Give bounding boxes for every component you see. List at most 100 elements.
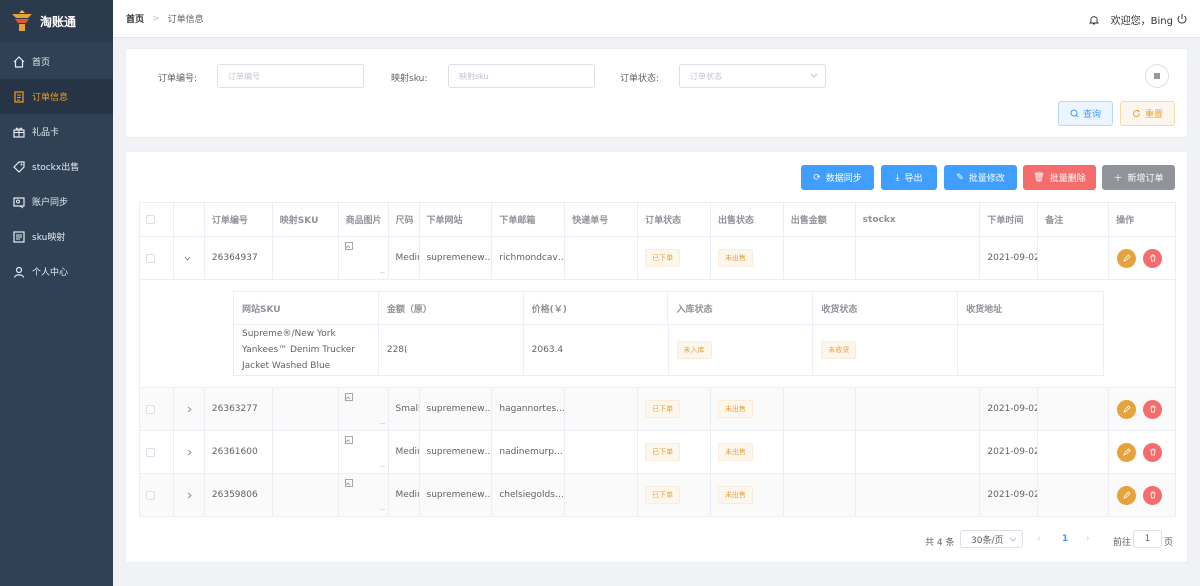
add-order-button[interactable]: ＋ 新增订单 [1102,165,1175,190]
image-ellipsis: .. [380,504,386,512]
refresh-icon [1132,109,1140,117]
order-no-input[interactable]: 订单编号 [217,64,364,88]
edit-icon: ✎ [956,172,964,183]
page-unit-label: 页 [1164,538,1174,548]
actions-cell [1109,474,1175,516]
select-all-checkbox[interactable] [146,215,155,224]
batch-edit-label: 批量修改 [968,174,1005,184]
image-cell: .. [339,431,389,473]
sale-status-cell: 未出售 [711,237,784,279]
detail-column-header: 收货状态 [813,292,959,324]
row-checkbox[interactable] [146,253,155,263]
goto-page-input[interactable]: 1 [1133,530,1162,548]
size-cell: Small [389,388,420,430]
table-row: 26364937 .. Medium supremenew… richmondc… [140,237,1175,280]
order-icon [14,90,24,103]
sale-status-tag: 未出售 [717,249,753,267]
row-checkbox[interactable] [146,404,155,414]
breadcrumb-home[interactable]: 首页 [126,12,144,25]
batch-delete-button[interactable]: 🗑 批量删除 [1023,165,1096,190]
sidebar-item-giftcard[interactable]: 礼品卡 [0,114,113,149]
image-icon [344,393,353,401]
row-checkbox[interactable] [146,490,155,500]
edit-button[interactable] [1117,442,1137,462]
search-panel: 订单编号: 订单编号 映射sku: 映射sku 订单状态: 订单状态 查询 重置 [125,48,1188,138]
chevron-down-icon[interactable] [184,255,191,262]
account-icon [13,196,25,208]
sync-label: 数据同步 [825,174,862,184]
expand-cell [174,237,205,279]
sale-status-cell: 未出售 [711,388,784,430]
edit-button[interactable] [1117,399,1137,419]
edit-icon [1122,448,1131,456]
detail-column-header: 价格(￥) [524,292,669,324]
chevron-down-icon [1009,537,1017,542]
sku-cell [273,388,339,430]
export-button[interactable]: ⤓ 导出 [881,165,937,190]
chevron-right-icon[interactable] [186,406,193,413]
sidebar-item-label: 个人中心 [32,268,69,278]
reset-button[interactable]: 重置 [1120,101,1175,126]
sidebar-item-profile[interactable]: 个人中心 [0,254,113,289]
order-status-cell: 已下单 [638,237,711,279]
next-page-button[interactable]: › [1086,534,1090,544]
delete-button[interactable] [1143,485,1163,505]
prev-page-button[interactable]: ‹ [1037,534,1041,544]
site-cell: supremenew… [420,237,493,279]
edit-button[interactable] [1117,248,1137,268]
sidebar-item-home[interactable]: 首页 [0,44,113,79]
delete-button[interactable] [1143,442,1163,462]
trash-icon: 🗑 [1033,172,1045,183]
stockx-cell [856,388,981,430]
sidebar-menu: 首页 订单信息 礼品卡 stockx出售 账户同步 sku映射 个人中心 [0,44,113,289]
tag-icon [13,160,25,173]
email-cell: richmondcav… [492,237,566,279]
bell-icon[interactable] [1088,14,1099,25]
sidebar-item-label: 礼品卡 [32,128,60,138]
tracking-cell [565,431,639,473]
delete-button[interactable] [1143,248,1163,268]
sku-input[interactable]: 映射sku [448,64,595,88]
tracking-cell [565,388,639,430]
row-select-cell [140,237,174,279]
logo: 淘账通 [0,0,113,42]
table-header: 订单编号 映射SKU 商品图片 尺码 下单网站 下单邮箱 快递单号 订单状态 出… [140,203,1175,237]
toggle-menu-button[interactable] [1145,64,1169,88]
sidebar-item-account-sync[interactable]: 账户同步 [0,184,113,219]
edit-icon [1122,491,1131,499]
row-checkbox[interactable] [146,447,155,457]
sidebar-item-stockx[interactable]: stockx出售 [0,149,113,184]
chevron-right-icon[interactable] [186,449,193,456]
query-button[interactable]: 查询 [1058,101,1113,126]
column-header: stockx [856,203,981,236]
batch-edit-button[interactable]: ✎ 批量修改 [944,165,1017,190]
expanded-detail: 网站SKU 金额（原） 价格(￥) 入库状态 收货状态 收货地址 Supreme… [140,280,1175,388]
detail-stock-status: 未入库 [669,325,814,375]
chevron-right-icon[interactable] [186,492,193,499]
sidebar-item-label: sku映射 [32,233,66,243]
edit-button[interactable] [1117,485,1137,505]
query-label: 查询 [1082,110,1101,120]
app-title: 淘账通 [40,14,77,29]
table-row: 26363277 .. Small supremenew… hagannorte… [140,388,1175,431]
sidebar-item-sku-mapping[interactable]: sku映射 [0,219,113,254]
sale-amount-cell [784,388,856,430]
delete-button[interactable] [1143,399,1163,419]
sidebar-item-orders[interactable]: 订单信息 [0,79,113,114]
image-cell: .. [339,388,389,430]
sidebar-item-label: 订单信息 [32,93,69,103]
order-no-cell: 26359806 [205,474,273,516]
page-size-select[interactable]: 30条/页 [960,530,1023,548]
actions-cell [1109,388,1175,430]
site-cell: supremenew… [420,474,493,516]
page-number[interactable]: 1 [1062,534,1068,544]
sync-button[interactable]: ⟳ 数据同步 [801,165,874,190]
status-select[interactable]: 订单状态 [679,64,826,88]
status-placeholder: 订单状态 [690,71,722,81]
order-status-tag: 已下单 [645,249,681,267]
logo-icon [10,10,34,32]
order-status-cell: 已下单 [638,431,711,473]
logout-icon[interactable] [1176,13,1188,25]
page-size-value: 30条/页 [971,535,1004,546]
stock-status-tag: 未入库 [676,341,712,359]
